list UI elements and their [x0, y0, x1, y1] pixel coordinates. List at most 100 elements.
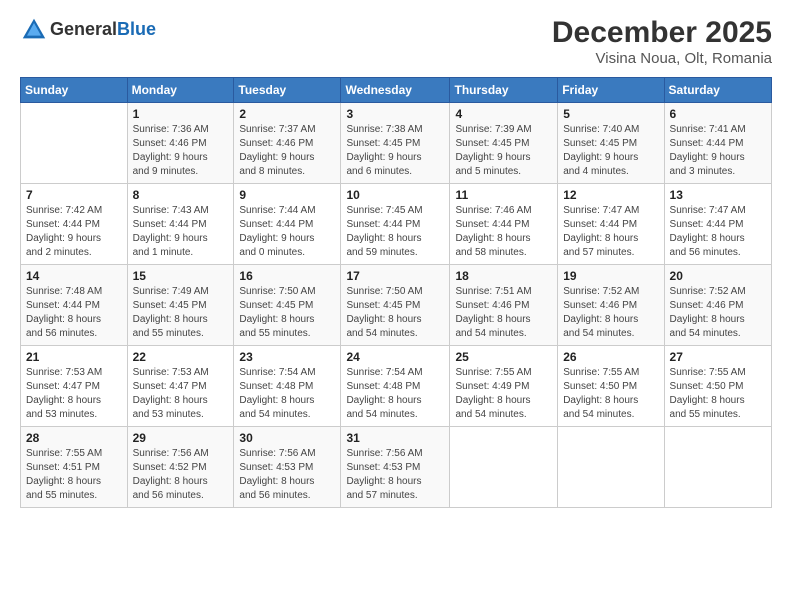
week-row-3: 14 Sunrise: 7:48 AMSunset: 4:44 PMDayligh…	[21, 265, 772, 346]
table-row: 25 Sunrise: 7:55 AMSunset: 4:49 PMDayligh…	[450, 346, 558, 427]
day-number: 4	[455, 107, 552, 121]
calendar-header-row: Sunday Monday Tuesday Wednesday Thursday…	[21, 78, 772, 103]
table-row: 9 Sunrise: 7:44 AMSunset: 4:44 PMDaylight…	[234, 184, 341, 265]
table-row: 20 Sunrise: 7:52 AMSunset: 4:46 PMDayligh…	[664, 265, 771, 346]
day-info: Sunrise: 7:50 AMSunset: 4:45 PMDaylight:…	[239, 285, 335, 341]
day-number: 27	[670, 350, 766, 364]
week-row-5: 28 Sunrise: 7:55 AMSunset: 4:51 PMDayligh…	[21, 427, 772, 508]
day-info: Sunrise: 7:42 AMSunset: 4:44 PMDaylight:…	[26, 204, 122, 260]
day-number: 5	[563, 107, 658, 121]
day-number: 11	[455, 188, 552, 202]
day-number: 17	[346, 269, 444, 283]
day-number: 6	[670, 107, 766, 121]
day-info: Sunrise: 7:38 AMSunset: 4:45 PMDaylight:…	[346, 123, 444, 179]
day-info: Sunrise: 7:53 AMSunset: 4:47 PMDaylight:…	[26, 366, 122, 422]
day-number: 28	[26, 431, 122, 445]
day-info: Sunrise: 7:52 AMSunset: 4:46 PMDaylight:…	[670, 285, 766, 341]
table-row: 16Sunrise: 7:50 AMSunset: 4:45 PMDayligh…	[234, 265, 341, 346]
day-number: 8	[133, 188, 229, 202]
header-sunday: Sunday	[21, 78, 128, 103]
day-number: 30	[239, 431, 335, 445]
week-row-4: 21 Sunrise: 7:53 AMSunset: 4:47 PMDayligh…	[21, 346, 772, 427]
day-info: Sunrise: 7:50 AMSunset: 4:45 PMDaylight:…	[346, 285, 444, 341]
table-row	[558, 427, 664, 508]
header-friday: Friday	[558, 78, 664, 103]
table-row: 18 Sunrise: 7:51 AMSunset: 4:46 PMDayligh…	[450, 265, 558, 346]
day-number: 13	[670, 188, 766, 202]
day-number: 26	[563, 350, 658, 364]
table-row: 13 Sunrise: 7:47 AMSunset: 4:44 PMDayligh…	[664, 184, 771, 265]
day-number: 20	[670, 269, 766, 283]
table-row: 6 Sunrise: 7:41 AMSunset: 4:44 PMDaylight…	[664, 103, 771, 184]
day-number: 7	[26, 188, 122, 202]
table-row: 3 Sunrise: 7:38 AMSunset: 4:45 PMDaylight…	[341, 103, 450, 184]
day-number: 14	[26, 269, 122, 283]
day-number: 25	[455, 350, 552, 364]
day-info: Sunrise: 7:54 AMSunset: 4:48 PMDaylight:…	[239, 366, 335, 422]
header-wednesday: Wednesday	[341, 78, 450, 103]
day-number: 3	[346, 107, 444, 121]
table-row: 17 Sunrise: 7:50 AMSunset: 4:45 PMDayligh…	[341, 265, 450, 346]
day-info: Sunrise: 7:43 AMSunset: 4:44 PMDaylight:…	[133, 204, 229, 260]
day-number: 15	[133, 269, 229, 283]
day-info: Sunrise: 7:56 AMSunset: 4:53 PMDaylight:…	[346, 447, 444, 503]
table-row: 19Sunrise: 7:52 AMSunset: 4:46 PMDayligh…	[558, 265, 664, 346]
day-info: Sunrise: 7:44 AMSunset: 4:44 PMDaylight:…	[239, 204, 335, 260]
day-info: Sunrise: 7:56 AMSunset: 4:52 PMDaylight:…	[133, 447, 229, 503]
header-tuesday: Tuesday	[234, 78, 341, 103]
table-row: 10 Sunrise: 7:45 AMSunset: 4:44 PMDayligh…	[341, 184, 450, 265]
logo: GeneralBlue	[20, 16, 156, 44]
day-info: Sunrise: 7:48 AMSunset: 4:44 PMDaylight:…	[26, 285, 122, 341]
day-number: 24	[346, 350, 444, 364]
day-info: Sunrise: 7:55 AMSunset: 4:50 PMDaylight:…	[670, 366, 766, 422]
table-row: 12 Sunrise: 7:47 AMSunset: 4:44 PMDayligh…	[558, 184, 664, 265]
day-number: 18	[455, 269, 552, 283]
table-row	[450, 427, 558, 508]
day-info: Sunrise: 7:53 AMSunset: 4:47 PMDaylight:…	[133, 366, 229, 422]
table-row: 26Sunrise: 7:55 AMSunset: 4:50 PMDayligh…	[558, 346, 664, 427]
day-number: 22	[133, 350, 229, 364]
day-info: Sunrise: 7:51 AMSunset: 4:46 PMDaylight:…	[455, 285, 552, 341]
header-saturday: Saturday	[664, 78, 771, 103]
day-info: Sunrise: 7:54 AMSunset: 4:48 PMDaylight:…	[346, 366, 444, 422]
day-number: 10	[346, 188, 444, 202]
month-title: December 2025	[552, 16, 772, 50]
logo-general: General	[50, 19, 117, 39]
day-info: Sunrise: 7:55 AMSunset: 4:51 PMDaylight:…	[26, 447, 122, 503]
title-block: December 2025 Visina Noua, Olt, Romania	[552, 16, 772, 67]
day-number: 21	[26, 350, 122, 364]
day-info: Sunrise: 7:55 AMSunset: 4:49 PMDaylight:…	[455, 366, 552, 422]
logo-icon	[20, 16, 48, 44]
table-row: 7 Sunrise: 7:42 AMSunset: 4:44 PMDaylight…	[21, 184, 128, 265]
logo-text: GeneralBlue	[50, 20, 156, 40]
table-row: 31 Sunrise: 7:56 AMSunset: 4:53 PMDayligh…	[341, 427, 450, 508]
table-row: 23Sunrise: 7:54 AMSunset: 4:48 PMDayligh…	[234, 346, 341, 427]
day-info: Sunrise: 7:41 AMSunset: 4:44 PMDaylight:…	[670, 123, 766, 179]
day-info: Sunrise: 7:37 AMSunset: 4:46 PMDaylight:…	[239, 123, 335, 179]
day-number: 2	[239, 107, 335, 121]
table-row: 8 Sunrise: 7:43 AMSunset: 4:44 PMDaylight…	[127, 184, 234, 265]
day-number: 1	[133, 107, 229, 121]
header-thursday: Thursday	[450, 78, 558, 103]
day-info: Sunrise: 7:52 AMSunset: 4:46 PMDaylight:…	[563, 285, 658, 341]
week-row-2: 7 Sunrise: 7:42 AMSunset: 4:44 PMDaylight…	[21, 184, 772, 265]
day-number: 12	[563, 188, 658, 202]
table-row: 24 Sunrise: 7:54 AMSunset: 4:48 PMDayligh…	[341, 346, 450, 427]
day-info: Sunrise: 7:40 AMSunset: 4:45 PMDaylight:…	[563, 123, 658, 179]
table-row: 5 Sunrise: 7:40 AMSunset: 4:45 PMDaylight…	[558, 103, 664, 184]
day-info: Sunrise: 7:47 AMSunset: 4:44 PMDaylight:…	[670, 204, 766, 260]
table-row: 21 Sunrise: 7:53 AMSunset: 4:47 PMDayligh…	[21, 346, 128, 427]
day-number: 9	[239, 188, 335, 202]
location: Visina Noua, Olt, Romania	[552, 50, 772, 67]
table-row: 30Sunrise: 7:56 AMSunset: 4:53 PMDayligh…	[234, 427, 341, 508]
day-number: 31	[346, 431, 444, 445]
day-info: Sunrise: 7:47 AMSunset: 4:44 PMDaylight:…	[563, 204, 658, 260]
logo-blue: Blue	[117, 19, 156, 39]
table-row: 4Sunrise: 7:39 AMSunset: 4:45 PMDaylight…	[450, 103, 558, 184]
table-row: 29 Sunrise: 7:56 AMSunset: 4:52 PMDayligh…	[127, 427, 234, 508]
header: GeneralBlue December 2025 Visina Noua, O…	[20, 16, 772, 67]
week-row-1: 1Sunrise: 7:36 AMSunset: 4:46 PMDaylight…	[21, 103, 772, 184]
day-number: 29	[133, 431, 229, 445]
day-info: Sunrise: 7:45 AMSunset: 4:44 PMDaylight:…	[346, 204, 444, 260]
table-row: 27 Sunrise: 7:55 AMSunset: 4:50 PMDayligh…	[664, 346, 771, 427]
